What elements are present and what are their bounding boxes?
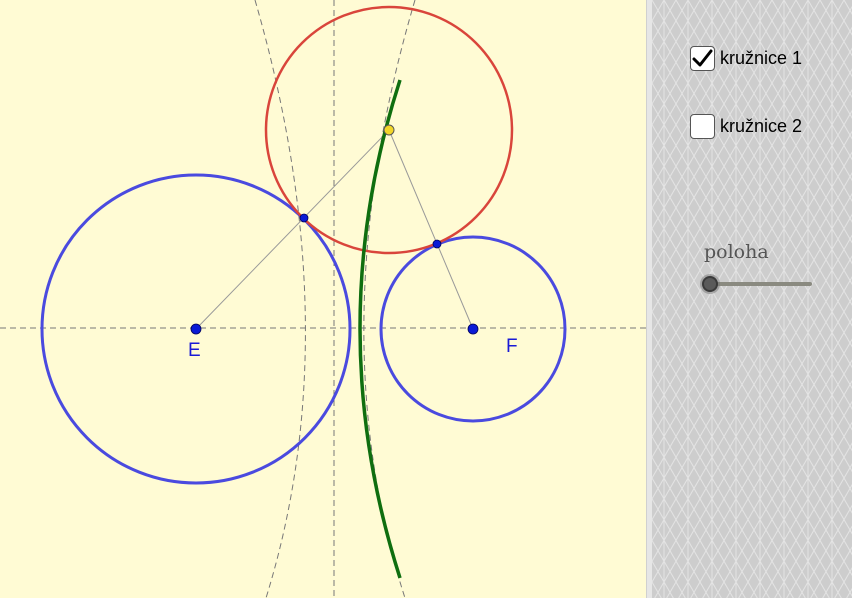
checkbox-label-kruznice-2: kružnice 2 [720,116,803,136]
panel-background-pattern [652,0,852,598]
slider-label-poloha: poloha [704,241,769,263]
point-f[interactable] [467,323,479,335]
slider-handle-poloha[interactable] [702,276,718,292]
tangent-point-right[interactable] [432,239,442,249]
dashed-hyperbola-branch-right [363,0,416,598]
point-e[interactable] [190,323,202,335]
dashed-hyperbola-branch-left [254,0,306,598]
label-point-e: E [188,340,201,361]
center-point-yellow[interactable] [383,124,395,136]
checkbox-row-kruznice-2[interactable]: kružnice 2 [690,114,802,139]
checkbox-label-kruznice-1: kružnice 1 [720,48,803,68]
control-panel: kružnice 1 kružnice 2 poloha [652,0,852,598]
construction-drawing: E F [0,0,646,598]
slider-track-poloha[interactable] [710,282,812,286]
tangent-point-left[interactable] [299,213,309,223]
checkbox-kruznice-1[interactable] [690,46,715,71]
checkbox-kruznice-2[interactable] [690,114,715,139]
checkbox-row-kruznice-1[interactable]: kružnice 1 [690,46,802,71]
geometry-canvas[interactable]: E F [0,0,646,598]
label-point-f: F [506,336,518,357]
checkmark-icon [692,49,713,67]
